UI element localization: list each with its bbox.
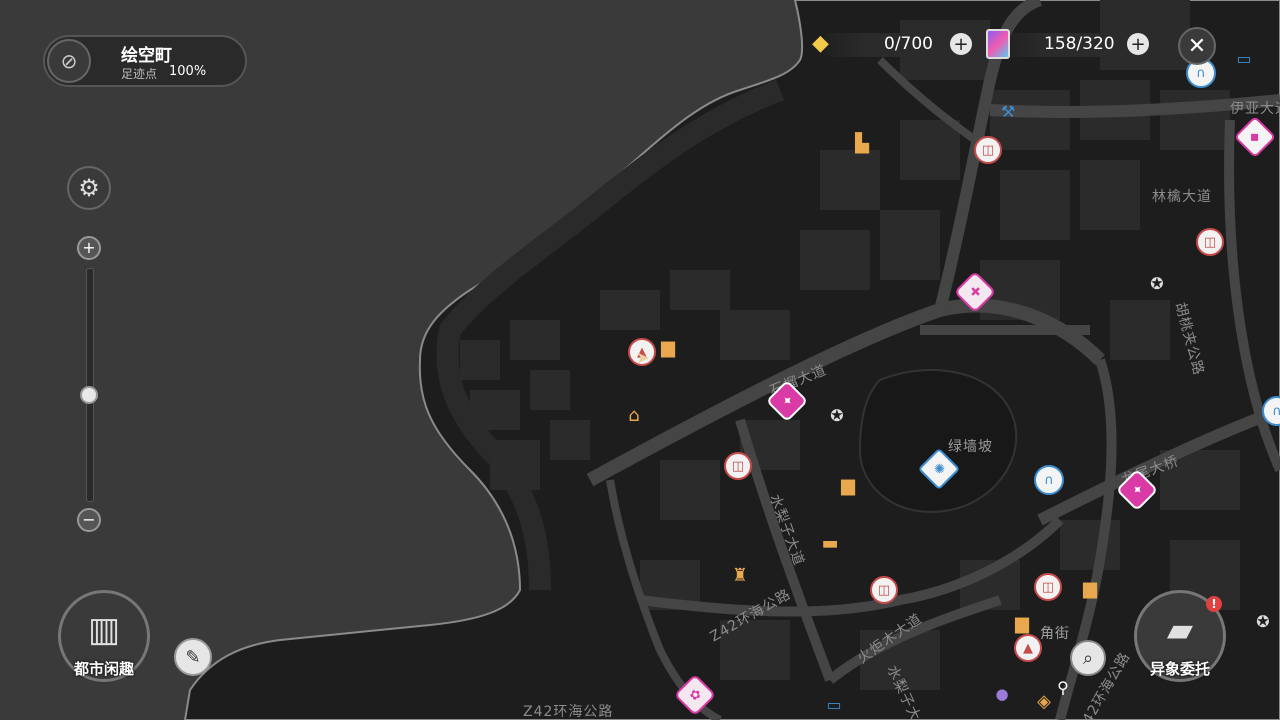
zoom-in-button[interactable]: + — [77, 236, 101, 260]
card-value: 158/320 — [1044, 34, 1115, 54]
close-icon: ✕ — [1187, 33, 1207, 59]
city-buildings-icon: ▥ — [87, 610, 121, 650]
map-poi-store-icon[interactable]: ◫ — [870, 576, 898, 604]
map-poi-building-icon[interactable]: ▆ — [834, 474, 862, 496]
city-fun-label: 都市闲趣 — [73, 660, 134, 678]
map-poi-gate-icon[interactable]: ∩ — [1034, 465, 1064, 495]
notes-button[interactable]: ✎ — [174, 638, 212, 676]
minus-icon: − — [82, 510, 96, 529]
close-button[interactable]: ✕ — [1178, 27, 1216, 65]
footprint-label: 足迹点 — [121, 67, 158, 81]
notepad-icon: ✎ — [185, 646, 201, 668]
map-poi-building-icon[interactable]: ▆ — [1008, 612, 1036, 634]
locate-button[interactable]: ⌕ — [1070, 640, 1106, 676]
map-poi-pin-icon[interactable]: ⚲ — [1052, 676, 1074, 698]
add-card-button[interactable]: + — [1127, 33, 1149, 55]
gear-icon: ⚙ — [78, 174, 100, 202]
map-poi-tower-icon[interactable]: ▲ — [1014, 634, 1042, 662]
map-poi-store-icon[interactable]: ◫ — [974, 136, 1002, 164]
map-poi-bangboo-icon[interactable]: ✪ — [826, 404, 848, 426]
map-poi-sofa-icon[interactable]: ▬ — [816, 532, 844, 554]
map-poi-repair-icon[interactable]: ⚒ — [996, 100, 1020, 122]
card-counter: 158/320 + — [986, 29, 1152, 59]
map-poi-store-icon[interactable]: ◫ — [1034, 573, 1062, 601]
map-poi-store-icon[interactable]: ◫ — [1196, 228, 1224, 256]
energy-value: 0/700 — [884, 34, 933, 54]
settings-button[interactable]: ⚙ — [67, 166, 111, 210]
map-label-z42c: Z42环海公路 — [523, 704, 614, 720]
map-poi-bangboo-icon[interactable]: ✪ — [1252, 610, 1274, 632]
map-poi-home-icon[interactable]: ⌂ — [620, 404, 648, 426]
compass-icon[interactable]: ⊘ — [47, 39, 91, 83]
footprint-value: 100% — [169, 64, 207, 79]
map-poi-car-icon[interactable]: ▭ — [822, 694, 846, 714]
card-pack-icon — [986, 29, 1010, 59]
map-poi-gift-icon[interactable]: ♜ — [726, 564, 754, 586]
map-poi-car-icon[interactable]: ▭ — [1232, 48, 1256, 68]
commission-label: 异象委托 — [1149, 660, 1210, 678]
map-label-jiaojie: 角街 — [1040, 626, 1070, 642]
energy-counter: ◆ 0/700 + — [812, 31, 972, 59]
magnifier-icon: ⌕ — [1082, 647, 1094, 669]
location-name: 绘空町 — [121, 46, 172, 66]
energy-crystal-icon: ◆ — [812, 31, 829, 56]
commission-notify-badge: ! — [1206, 596, 1222, 612]
player-cursor-icon: ➤ — [636, 347, 650, 367]
map-label-linqin: 林檎大道 — [1152, 189, 1212, 205]
map-label-lvqiangpo: 绿墙坡 — [948, 439, 993, 455]
add-energy-button[interactable]: + — [950, 33, 972, 55]
map-poi-building-icon[interactable]: ▆ — [1076, 577, 1104, 599]
map-poi-apartment-icon[interactable]: ▙ — [848, 132, 876, 154]
zoom-out-button[interactable]: − — [77, 508, 101, 532]
zoom-slider-track[interactable] — [86, 268, 94, 502]
map-poi-store-icon[interactable]: ◫ — [724, 452, 752, 480]
map-poi-building-icon[interactable]: ▆ — [654, 336, 682, 358]
plus-icon: + — [82, 238, 96, 257]
zoom-slider-thumb[interactable] — [80, 385, 98, 404]
map-label-yiya: 伊亚大道 — [1230, 101, 1280, 117]
map-poi-orb-icon[interactable]: ● — [992, 684, 1012, 704]
location-panel: ⊘ 绘空町 足迹点 100% — [43, 35, 247, 87]
map-screen: 伊亚大道 林檎大道 胡桃夹公路 石榴大道 绿墙坡 龙尾大桥 水梨子大道 Z42环… — [0, 0, 1280, 720]
folder-icon: ▰ — [1166, 610, 1194, 650]
map-poi-bangboo-icon[interactable]: ✪ — [1146, 272, 1168, 294]
